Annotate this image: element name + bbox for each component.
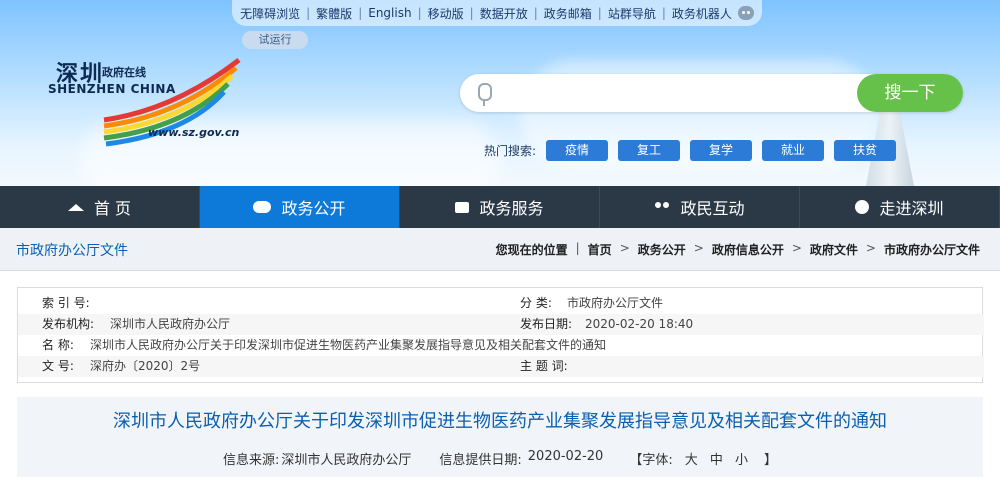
people-icon	[654, 200, 670, 214]
separator: |	[533, 6, 538, 20]
logo-english: SHENZHEN CHINA	[48, 82, 176, 96]
robot-icon[interactable]	[737, 6, 754, 20]
search-input[interactable]	[508, 82, 852, 106]
separator: |	[661, 6, 666, 20]
logo-subtitle: 政府在线	[102, 66, 146, 79]
breadcrumb: 您现在的位置 | 首页 > 政务公开 > 政府信息公开 > 政府文件 > 市政府…	[496, 241, 980, 258]
chevron-right-icon: >	[791, 241, 802, 255]
article-header: 深圳市人民政府办公厅关于印发深圳市促进生物医药产业集聚发展指导意见及相关配套文件…	[17, 397, 983, 477]
category-label: 分 类:	[520, 296, 552, 310]
font-size-label: 【字体:	[629, 453, 673, 468]
search-box: 搜一下	[460, 74, 963, 112]
font-size-close: 】	[764, 453, 778, 468]
article-title: 深圳市人民政府办公厅关于印发深圳市促进生物医药产业集聚发展指导意见及相关配套文件…	[113, 411, 887, 432]
separator: |	[417, 6, 422, 20]
meta-row: 文 号: 深府办〔2020〕2号 主 题 词:	[18, 356, 984, 377]
meta-row: 索 引 号: 分 类: 市政府办公厅文件	[18, 293, 984, 314]
nav-about-shenzhen[interactable]: 走进深圳	[800, 186, 1000, 228]
nav-services-label: 政务服务	[479, 199, 544, 218]
nav-home[interactable]: 首 页	[0, 186, 200, 228]
hot-tag-resume-school[interactable]: 复学	[690, 140, 753, 161]
chevron-right-icon: >	[865, 241, 876, 255]
document-metadata: 索 引 号: 分 类: 市政府办公厅文件 发布机构: 深圳市人民政府办公厅 发布…	[17, 287, 984, 383]
link-open-data[interactable]: 数据开放	[480, 5, 528, 22]
separator: |	[306, 6, 311, 20]
site-logo[interactable]: 深圳 政府在线 SHENZHEN CHINA www.sz.gov.cn	[44, 50, 244, 150]
main-nav: 首 页 政务公开 政务服务 政民互动 走进深圳	[0, 186, 1000, 228]
breadcrumb-docs[interactable]: 政府文件	[810, 241, 858, 258]
home-icon	[67, 203, 84, 211]
nav-about-label: 走进深圳	[879, 199, 944, 218]
link-accessibility[interactable]: 无障碍浏览	[240, 5, 300, 22]
docno-label: 文 号:	[42, 359, 74, 373]
meta-row: 名 称: 深圳市人民政府办公厅关于印发深圳市促进生物医药产业集聚发展指导意见及相…	[18, 335, 984, 356]
link-mailbox[interactable]: 政务邮箱	[544, 5, 592, 22]
docno-value: 深府办〔2020〕2号	[90, 359, 201, 373]
hot-search-label: 热门搜索:	[484, 144, 537, 158]
search-button[interactable]: 搜一下	[857, 74, 963, 112]
article-info: 信息来源: 深圳市人民政府办公厅 信息提供日期: 2020-02-20 【字体:…	[17, 449, 983, 468]
link-english[interactable]: English	[368, 6, 411, 20]
separator: |	[597, 6, 602, 20]
top-links-bar: 无障碍浏览 | 繁體版 | English | 移动版 | 数据开放 | 政务邮箱 | 站群…	[232, 0, 762, 26]
chevron-right-icon: >	[619, 241, 630, 255]
breadcrumb-bar: 市政府办公厅文件 您现在的位置 | 首页 > 政务公开 > 政府信息公开 > 政…	[0, 228, 1000, 271]
breadcrumb-current[interactable]: 市政府办公厅文件	[884, 241, 980, 258]
keywords-label: 主 题 词:	[520, 359, 568, 373]
chevron-right-icon: >	[693, 241, 704, 255]
hot-tag-resume-work[interactable]: 复工	[618, 140, 681, 161]
publisher-value: 深圳市人民政府办公厅	[110, 317, 231, 331]
breadcrumb-info[interactable]: 政府信息公开	[712, 241, 784, 258]
news-icon	[253, 201, 272, 213]
meta-row: 发布机构: 深圳市人民政府办公厅 发布日期: 2020-02-20 18:40	[18, 314, 984, 335]
trial-badge: 试运行	[242, 31, 308, 49]
category-value: 市政府办公厅文件	[567, 296, 664, 310]
separator: |	[575, 241, 580, 255]
hot-tag-poverty[interactable]: 扶贫	[834, 140, 897, 161]
link-mobile[interactable]: 移动版	[428, 5, 464, 22]
document-icon	[455, 201, 470, 213]
microphone-icon[interactable]	[478, 83, 492, 106]
link-traditional[interactable]: 繁體版	[316, 5, 352, 22]
publisher-label: 发布机构:	[42, 317, 95, 331]
nav-home-label: 首 页	[93, 199, 132, 218]
site-header: 无障碍浏览 | 繁體版 | English | 移动版 | 数据开放 | 政务邮箱 | 站群…	[0, 0, 1000, 186]
breadcrumb-affairs[interactable]: 政务公开	[638, 241, 686, 258]
source-label: 信息来源:	[222, 453, 280, 468]
hot-search: 热门搜索: 疫情 复工 复学 就业 扶贫	[484, 140, 897, 161]
link-robot[interactable]: 政务机器人	[672, 5, 732, 22]
date-label: 发布日期:	[520, 317, 573, 331]
nav-government-affairs[interactable]: 政务公开	[200, 186, 400, 228]
date-value: 2020-02-20 18:40	[585, 317, 694, 331]
name-label: 名 称:	[42, 338, 74, 352]
nav-affairs-label: 政务公开	[281, 199, 346, 218]
breadcrumb-home[interactable]: 首页	[588, 241, 612, 258]
logo-url: www.sz.gov.cn	[148, 126, 240, 139]
separator: |	[469, 6, 474, 20]
provide-date-value: 2020-02-20	[527, 449, 604, 464]
index-label: 索 引 号:	[42, 296, 90, 310]
nav-interaction-label: 政民互动	[680, 199, 745, 218]
provide-date-label: 信息提供日期:	[439, 453, 522, 468]
source-value: 深圳市人民政府办公厅	[281, 453, 412, 468]
breadcrumb-prefix: 您现在的位置	[495, 243, 568, 257]
name-value: 深圳市人民政府办公厅关于印发深圳市促进生物医药产业集聚发展指导意见及相关配套文件…	[90, 338, 607, 352]
link-site-nav[interactable]: 站群导航	[608, 5, 656, 22]
nav-interaction[interactable]: 政民互动	[600, 186, 800, 228]
hot-tag-epidemic[interactable]: 疫情	[546, 140, 609, 161]
nav-services[interactable]: 政务服务	[400, 186, 600, 228]
section-title: 市政府办公厅文件	[16, 243, 128, 259]
hot-tag-employment[interactable]: 就业	[762, 140, 825, 161]
chat-icon	[855, 200, 870, 214]
separator: |	[358, 6, 363, 20]
font-size-options[interactable]: 大 中 小	[685, 449, 752, 468]
